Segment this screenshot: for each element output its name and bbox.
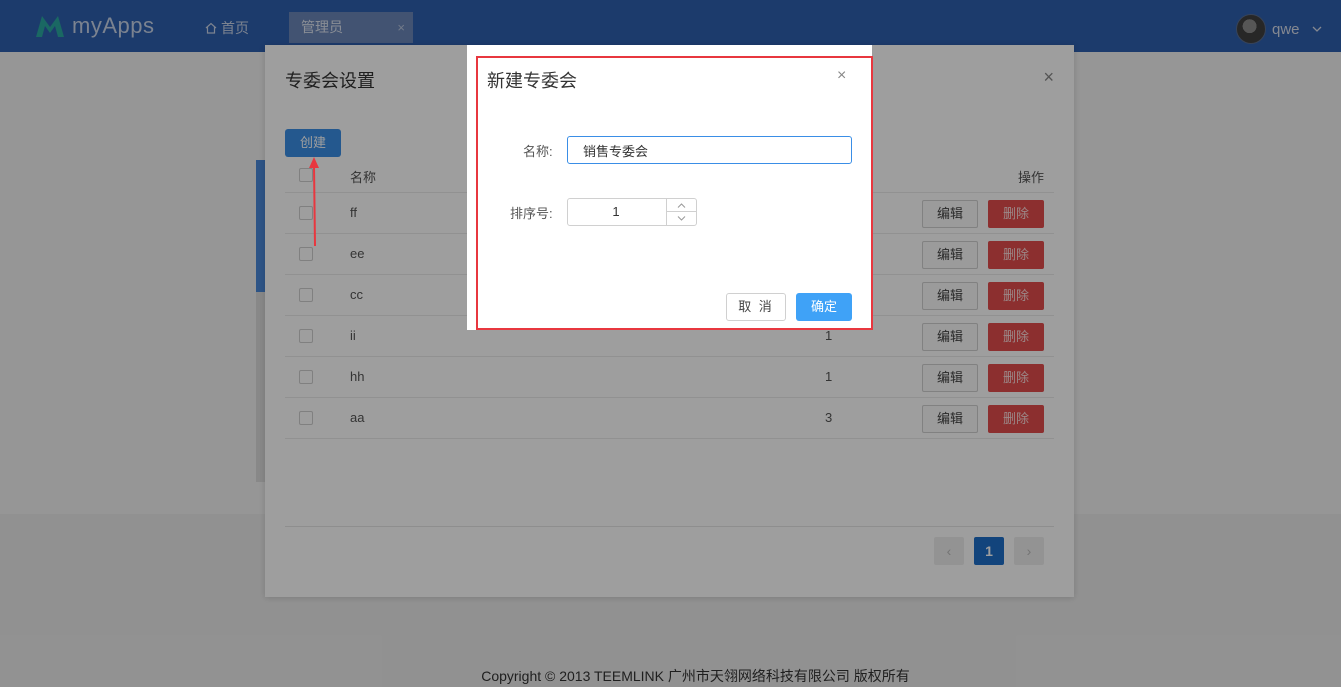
stepper-decrease[interactable] [667,212,697,225]
sort-label: 排序号: [510,206,553,221]
name-label: 名称: [523,144,553,159]
name-input[interactable] [567,136,852,164]
sort-value[interactable]: 1 [568,199,664,225]
annotation-arrow-icon [309,157,319,247]
chevron-down-icon [677,216,686,221]
cancel-button[interactable]: 取 消 [726,293,786,321]
new-committee-dialog: 新建专委会 × 名称: 排序号: 1 取 消 确定 [467,45,872,330]
confirm-button[interactable]: 确定 [796,293,852,321]
dialog-close-icon[interactable]: × [837,67,846,85]
stepper-increase[interactable] [667,199,697,212]
stepper-controls [666,199,697,225]
dialog-title: 新建专委会 [487,71,577,91]
sort-number-stepper[interactable]: 1 [567,198,697,226]
chevron-up-icon [677,203,686,208]
